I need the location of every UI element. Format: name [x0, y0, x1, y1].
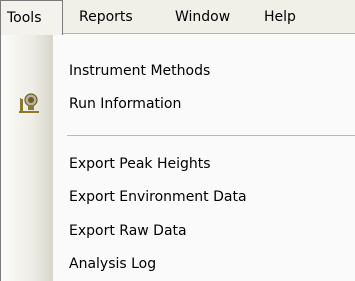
menu-reports[interactable]: Reports — [79, 0, 133, 34]
menu-separator — [67, 135, 355, 136]
menu-bar: Tools Reports Window Help — [0, 0, 355, 35]
menu-item-export-peak-heights[interactable]: Export Peak Heights — [69, 147, 211, 181]
menu-item-analysis-log[interactable]: Analysis Log — [69, 247, 156, 281]
menu-tools[interactable]: Tools — [0, 0, 63, 35]
menu-item-run-information[interactable]: Run Information — [69, 87, 181, 121]
tools-dropdown-menu: Instrument Methods Run Information Expor… — [0, 34, 355, 281]
menu-item-export-raw-data[interactable]: Export Raw Data — [69, 214, 187, 248]
menu-icon-gutter — [1, 34, 53, 281]
menu-help[interactable]: Help — [264, 0, 296, 34]
menu-item-export-environment-data[interactable]: Export Environment Data — [69, 180, 247, 214]
menu-item-instrument-methods[interactable]: Instrument Methods — [69, 54, 210, 88]
run-information-icon — [19, 93, 39, 113]
menu-window[interactable]: Window — [175, 0, 230, 34]
